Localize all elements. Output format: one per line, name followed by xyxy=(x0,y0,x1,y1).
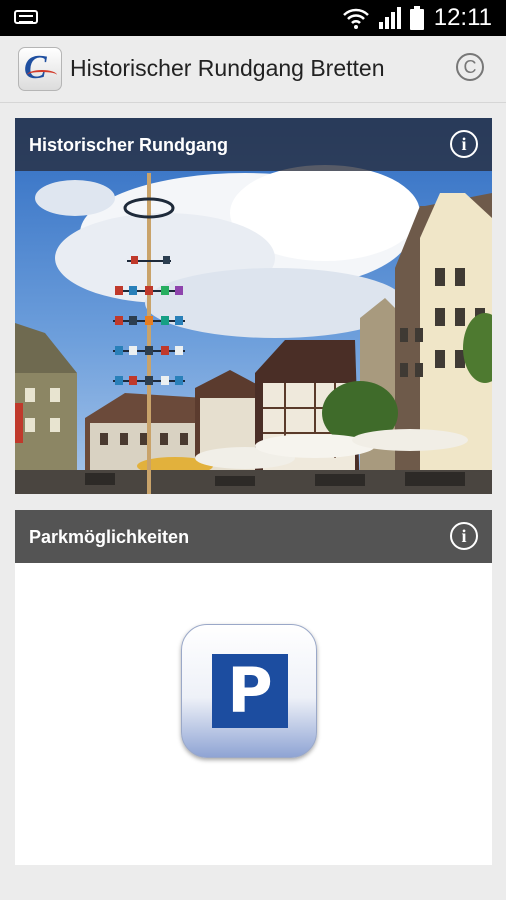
info-icon[interactable]: i xyxy=(450,522,478,550)
card-title: Parkmöglichkeiten xyxy=(29,527,190,547)
info-icon[interactable]: i xyxy=(450,130,478,158)
app-bar: C Historischer Rundgang Bretten C xyxy=(0,36,506,103)
card-parkmoeglichkeiten[interactable]: Parkmöglichkeiten i P xyxy=(15,510,492,865)
card-header: Historischer Rundgang i xyxy=(15,118,492,171)
signal-icon xyxy=(379,7,401,29)
app-title: Historischer Rundgang Bretten xyxy=(70,55,385,81)
battery-icon xyxy=(410,6,424,30)
app-logo-icon[interactable]: C xyxy=(18,47,62,91)
card-header: Parkmöglichkeiten i xyxy=(15,510,492,563)
parking-letter: P xyxy=(212,654,288,728)
copyright-icon[interactable]: C xyxy=(456,53,484,81)
status-clock: 12:11 xyxy=(433,4,492,31)
status-bar: 12:11 xyxy=(0,0,506,36)
parking-icon: P xyxy=(181,624,317,758)
card-title: Historischer Rundgang xyxy=(29,135,229,155)
wifi-icon xyxy=(343,8,369,29)
card-historischer-rundgang[interactable]: Historischer Rundgang i xyxy=(15,118,492,494)
voicemail-icon xyxy=(14,10,38,24)
town-square-maypole-photo xyxy=(15,118,492,494)
